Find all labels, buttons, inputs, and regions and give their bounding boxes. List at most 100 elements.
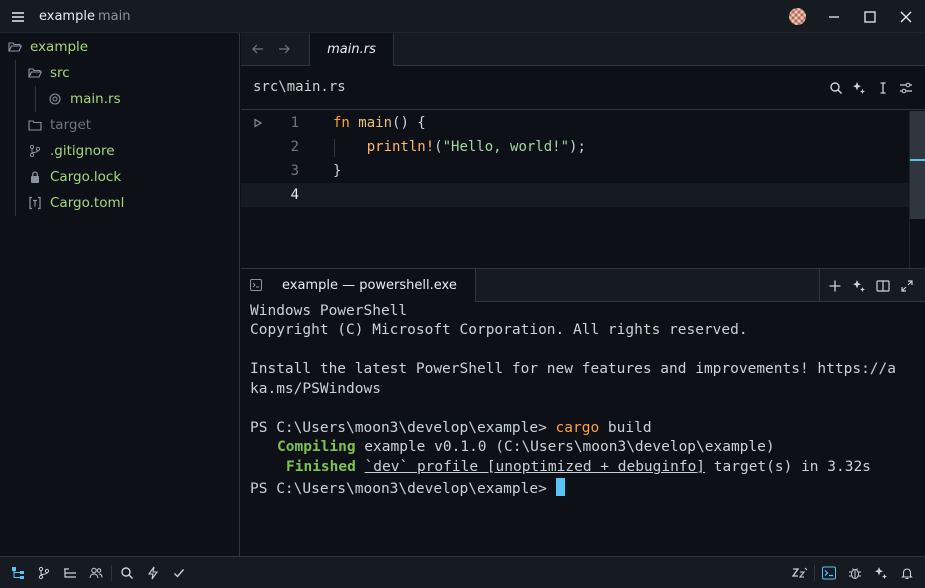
outline-icon[interactable] — [63, 566, 77, 580]
sparkle-icon[interactable] — [874, 566, 888, 580]
settings-sliders-icon[interactable] — [899, 81, 913, 95]
tree-item-gitignore[interactable]: .gitignore — [28, 138, 115, 164]
sleep-mode-icon[interactable] — [792, 566, 808, 580]
terminal-line: Windows PowerShell — [250, 303, 408, 319]
indent-guide — [334, 139, 335, 157]
code-line: 1 fn main() { — [241, 111, 909, 135]
terminal-line: Copyright (C) Microsoft Corporation. All… — [250, 322, 748, 338]
tab-label: example — powershell.exe — [282, 278, 457, 293]
hamburger-menu-icon[interactable] — [10, 9, 26, 25]
indent-guide — [35, 86, 36, 112]
tree-item-cargo-lock[interactable]: Cargo.lock — [28, 164, 121, 190]
collaboration-icon[interactable] — [89, 566, 103, 580]
toml-file-icon — [28, 196, 42, 210]
line-number: 4 — [290, 187, 299, 203]
tree-item-label: target — [50, 117, 92, 133]
terminal-output[interactable]: Windows PowerShell Copyright (C) Microso… — [241, 302, 925, 556]
project-tree-icon[interactable] — [11, 566, 25, 580]
tree-item-root[interactable]: example — [8, 34, 88, 60]
plus-icon[interactable] — [828, 279, 842, 293]
rust-file-icon — [48, 92, 62, 106]
search-icon[interactable] — [829, 81, 843, 95]
minimize-icon[interactable] — [825, 8, 843, 26]
command-arg: build — [599, 420, 652, 436]
code-token: println! — [366, 139, 435, 155]
scrollbar-cursor-marker — [910, 159, 925, 161]
forward-arrow-icon[interactable] — [277, 42, 291, 56]
code-line: 2 println!("Hello, world!"); — [241, 135, 909, 159]
command: cargo — [555, 420, 600, 436]
prompt: PS C:\Users\moon3\develop\example> — [250, 420, 556, 436]
terminal-line: PS C:\Users\moon3\develop\example> — [250, 478, 565, 497]
code-token: fn — [333, 115, 350, 131]
debug-icon[interactable] — [848, 566, 862, 580]
tab-main-rs[interactable]: main.rs — [309, 33, 394, 66]
branch-name[interactable]: main — [98, 9, 130, 24]
line-number: 2 — [290, 139, 299, 155]
code-token: } — [333, 163, 342, 179]
tree-item-src[interactable]: src — [28, 60, 70, 86]
tree-item-label: Cargo.toml — [50, 195, 125, 211]
terminal-line: Finished `dev` profile [unoptimized + de… — [286, 459, 871, 475]
project-panel: example src main.rs target .gitignore Ca… — [0, 33, 240, 556]
sparkle-icon[interactable] — [852, 81, 866, 95]
terminal-icon — [250, 279, 262, 291]
code-token: main — [358, 115, 393, 131]
editor-toolbar: src\main.rs — [241, 66, 925, 110]
lock-icon — [28, 170, 42, 184]
tree-item-label: src — [50, 65, 70, 81]
status-finished: Finished — [286, 459, 356, 475]
line-number: 3 — [290, 163, 299, 179]
breadcrumb[interactable]: src\main.rs — [253, 79, 346, 95]
lightning-icon[interactable] — [146, 566, 160, 580]
code-editor[interactable]: 1 fn main() { 2 println!("Hello, world!"… — [241, 111, 925, 268]
tree-item-label: main.rs — [70, 91, 121, 107]
terminal-line: PS C:\Users\moon3\develop\example> cargo… — [250, 420, 652, 436]
scrollbar-thumb[interactable] — [910, 111, 925, 219]
text-cursor — [555, 478, 565, 496]
divider — [819, 269, 820, 302]
check-icon[interactable] — [172, 566, 186, 580]
code-line-active: 4 — [241, 183, 909, 207]
prompt: PS C:\Users\moon3\develop\example> — [250, 481, 556, 497]
status-bar — [0, 556, 925, 588]
divider — [111, 565, 112, 581]
line-number: 1 — [290, 115, 299, 131]
project-name[interactable]: example — [39, 9, 95, 24]
git-branch-icon[interactable] — [37, 566, 51, 580]
split-pane-icon[interactable] — [876, 279, 890, 293]
code-token: "Hello, world!" — [442, 139, 570, 155]
indent-guide — [15, 60, 16, 216]
sparkle-icon[interactable] — [852, 279, 866, 293]
tree-item-cargo-toml[interactable]: Cargo.toml — [28, 190, 124, 216]
divider — [814, 565, 815, 581]
code-token: () { — [392, 115, 426, 131]
close-icon[interactable] — [897, 8, 915, 26]
bell-icon[interactable] — [900, 566, 914, 580]
build-profile: `dev` profile [unoptimized + debuginfo] — [364, 459, 706, 475]
code-token: ); — [569, 139, 586, 155]
tree-item-target[interactable]: target — [28, 112, 91, 138]
search-icon[interactable] — [120, 566, 134, 580]
avatar[interactable] — [789, 8, 806, 25]
code-token: ( — [434, 139, 443, 155]
text-cursor-icon[interactable] — [876, 81, 890, 95]
folder-open-icon — [8, 40, 22, 54]
maximize-icon[interactable] — [861, 8, 879, 26]
maximize-panel-icon[interactable] — [900, 279, 914, 293]
tree-item-label: .gitignore — [50, 143, 115, 159]
terminal-tab-bar: example — powershell.exe — [241, 268, 925, 302]
tab-label: main.rs — [327, 42, 376, 57]
back-arrow-icon[interactable] — [251, 42, 265, 56]
status-compiling: Compiling — [277, 439, 356, 455]
terminal-line: ka.ms/PSWindows — [250, 381, 381, 397]
editor-tab-bar: main.rs — [241, 33, 925, 66]
terminal-line: Compiling example v0.1.0 (C:\Users\moon3… — [277, 439, 775, 455]
title-bar: example main — [0, 0, 925, 33]
tree-item-main-rs[interactable]: main.rs — [48, 86, 121, 112]
tab-terminal[interactable]: example — powershell.exe — [241, 269, 476, 302]
terminal-icon[interactable] — [822, 566, 836, 580]
code-line: 3 } — [241, 159, 909, 183]
terminal-line: Install the latest PowerShell for new fe… — [250, 361, 897, 377]
git-icon — [28, 144, 42, 158]
